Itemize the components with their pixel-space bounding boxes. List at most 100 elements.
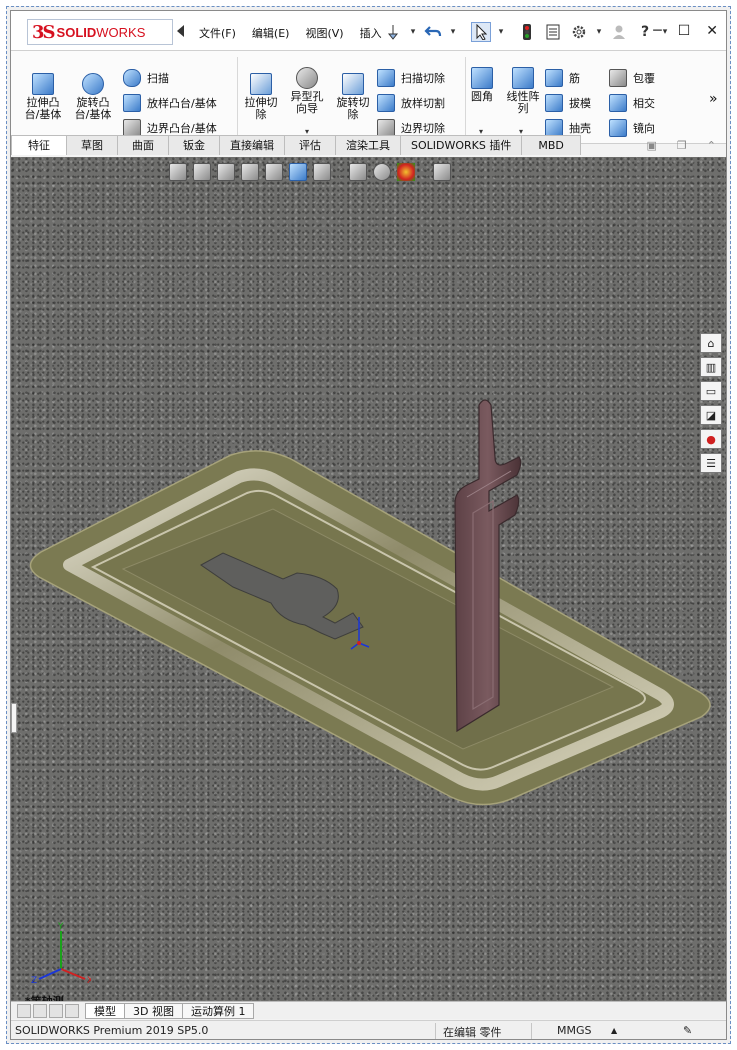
prev-tab-icon[interactable]	[33, 1003, 47, 1018]
file-explorer-icon[interactable]: ▭	[700, 381, 722, 401]
hole-wizard-button[interactable]: 异型孔 向导	[285, 67, 329, 115]
appearances-icon[interactable]: ●	[700, 429, 722, 449]
close-icon[interactable]: ✕	[706, 23, 718, 39]
edit-appearance-icon[interactable]	[373, 163, 391, 181]
tab-scroll-controls	[17, 1003, 79, 1018]
tab-features[interactable]: 特征	[11, 135, 67, 155]
task-pane-tabs: ⌂ ▥ ▭ ◪ ● ☰	[700, 333, 722, 473]
status-divider	[435, 1023, 436, 1039]
menu-view[interactable]: 视图(V)	[305, 25, 343, 41]
zoom-to-area-icon[interactable]	[193, 163, 211, 181]
tab-evaluate[interactable]: 评估	[284, 135, 336, 155]
svg-text:Y: Y	[57, 922, 64, 932]
last-tab-icon[interactable]	[65, 1003, 79, 1018]
mirror-icon	[609, 119, 627, 137]
pin-dropdown-icon[interactable]: ▾	[403, 22, 423, 42]
loft-boss-button[interactable]: 放样凸台/基体	[123, 94, 217, 112]
tab-model[interactable]: 模型	[85, 1002, 125, 1019]
fillet-label: 圆角	[471, 90, 493, 103]
loft-boss-label: 放样凸台/基体	[147, 97, 217, 110]
wrap-button[interactable]: 包覆	[609, 69, 655, 87]
menu-collapse-arrow-icon[interactable]	[177, 25, 184, 37]
file-properties-icon[interactable]	[543, 22, 563, 42]
draft-button[interactable]: 拔模	[545, 94, 591, 112]
rib-button[interactable]: 筋	[545, 69, 580, 87]
tab-sheet-metal[interactable]: 钣金	[168, 135, 220, 155]
fillet-button[interactable]: 圆角	[467, 67, 497, 103]
tile-icon[interactable]: ▣	[647, 139, 657, 152]
undo-icon[interactable]	[423, 22, 443, 42]
rebuild-status-icon[interactable]: ✎	[683, 1024, 692, 1037]
part-model[interactable]	[11, 157, 726, 1001]
tab-solidworks-addins[interactable]: SOLIDWORKS 插件	[400, 135, 523, 155]
command-manager-ribbon: 拉伸凸 台/基体 旋转凸 台/基体 扫描 放样凸台/基体 边界凸台/基体 拉伸切…	[11, 51, 726, 144]
sweep-button[interactable]: 扫描	[123, 69, 169, 87]
heads-up-view-toolbar	[169, 163, 451, 181]
graphics-area[interactable]: ⌂ ▥ ▭ ◪ ● ☰ Y X Z *等轴测	[11, 157, 726, 1008]
home-icon[interactable]: ⌂	[700, 333, 722, 353]
intersect-button[interactable]: 相交	[609, 94, 655, 112]
units-status[interactable]: MMGS	[557, 1024, 592, 1037]
options-gear-icon[interactable]	[569, 22, 589, 42]
collapse-icon[interactable]: ⌃	[707, 139, 716, 152]
sweep-cut-button[interactable]: 扫描切除	[377, 69, 445, 87]
view-palette-icon[interactable]: ◪	[700, 405, 722, 425]
pin-icon[interactable]	[383, 22, 403, 42]
display-style-icon[interactable]	[313, 163, 331, 181]
options-dropdown-icon[interactable]: ▾	[589, 22, 609, 42]
sweep-cut-label: 扫描切除	[401, 72, 445, 85]
revolve-boss-button[interactable]: 旋转凸 台/基体	[71, 73, 115, 121]
previous-view-icon[interactable]	[217, 163, 235, 181]
rib-label: 筋	[569, 72, 580, 85]
maximize-icon[interactable]: ☐	[678, 23, 691, 39]
menu-insert[interactable]: 插入	[360, 25, 382, 41]
view-orientation-icon[interactable]	[289, 163, 307, 181]
tab-direct-editing[interactable]: 直接编辑	[219, 135, 285, 155]
custom-properties-icon[interactable]: ☰	[700, 453, 722, 473]
first-tab-icon[interactable]	[17, 1003, 31, 1018]
extrude-cut-button[interactable]: 拉伸切 除	[239, 73, 283, 121]
hide-show-items-icon[interactable]	[349, 163, 367, 181]
design-library-icon[interactable]: ▥	[700, 357, 722, 377]
tab-mbd[interactable]: MBD	[521, 135, 581, 155]
next-tab-icon[interactable]	[49, 1003, 63, 1018]
hole-wizard-icon	[296, 67, 318, 89]
view-settings-icon[interactable]	[433, 163, 451, 181]
tab-sketch[interactable]: 草图	[66, 135, 118, 155]
quick-access-toolbar: ▾ ▾ ▾ ▾ ? ▾	[383, 21, 675, 43]
tab-3d-views[interactable]: 3D 视图	[124, 1002, 183, 1019]
select-dropdown-icon[interactable]: ▾	[491, 22, 511, 42]
solidworks-logo[interactable]: 3S SOLIDWORKS	[27, 19, 173, 45]
panel-grip[interactable]	[11, 703, 17, 733]
user-icon[interactable]	[609, 22, 629, 42]
apply-scene-icon[interactable]	[397, 163, 415, 181]
loft-cut-button[interactable]: 放样切割	[377, 94, 445, 112]
draft-label: 拔模	[569, 97, 591, 110]
zoom-to-fit-icon[interactable]	[169, 163, 187, 181]
help-icon[interactable]: ?	[635, 22, 655, 42]
svg-text:Z: Z	[31, 976, 37, 986]
ribbon-more-icon[interactable]: »	[709, 91, 718, 107]
dynamic-annotation-icon[interactable]	[265, 163, 283, 181]
rebuild-traffic-light-icon[interactable]	[517, 22, 537, 42]
bottom-tab-bar: 模型 3D 视图 运动算例 1	[11, 1001, 726, 1019]
undo-dropdown-icon[interactable]: ▾	[443, 22, 463, 42]
revolve-cut-button[interactable]: 旋转切 除	[331, 73, 375, 121]
menu-edit[interactable]: 编辑(E)	[252, 25, 290, 41]
select-pointer-icon[interactable]	[471, 22, 491, 42]
mirror-button[interactable]: 镜向	[609, 119, 655, 137]
restore-icon[interactable]: ❐	[677, 139, 687, 152]
extrude-boss-button[interactable]: 拉伸凸 台/基体	[21, 73, 65, 121]
units-up-arrow-icon[interactable]: ▲	[611, 1026, 617, 1035]
minimize-icon[interactable]: ─	[653, 23, 661, 39]
loft-cut-label: 放样切割	[401, 97, 445, 110]
tab-surfaces[interactable]: 曲面	[117, 135, 169, 155]
linear-pattern-button[interactable]: 线性阵 列	[501, 67, 545, 115]
extrude-cut-label: 拉伸切 除	[244, 96, 278, 121]
section-view-icon[interactable]	[241, 163, 259, 181]
sweep-cut-icon	[377, 69, 395, 87]
hole-wizard-label: 异型孔 向导	[290, 90, 324, 115]
menu-file[interactable]: 文件(F)	[199, 25, 236, 41]
tab-motion-study-1[interactable]: 运动算例 1	[181, 1002, 255, 1019]
tab-render-tools[interactable]: 渲染工具	[335, 135, 401, 155]
